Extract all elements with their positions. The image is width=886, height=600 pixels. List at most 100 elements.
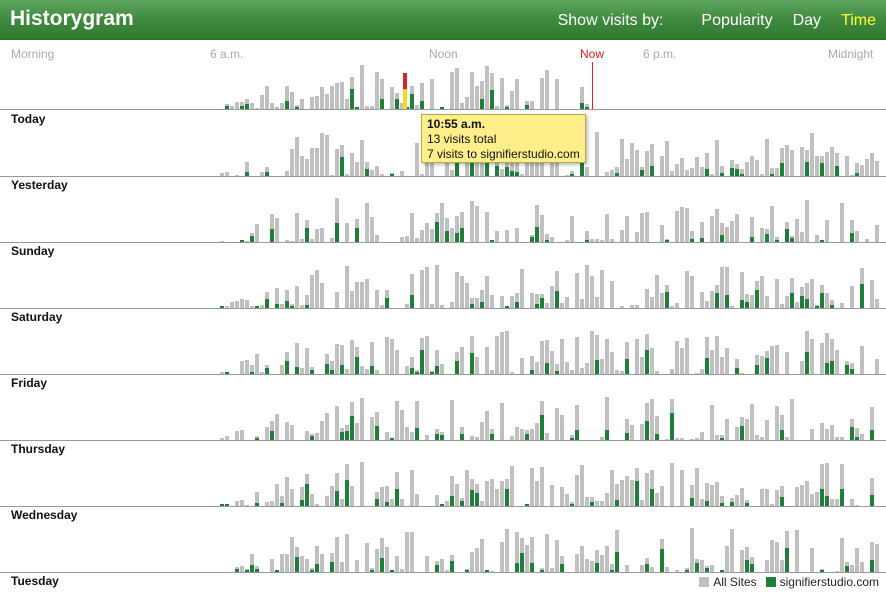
visit-bar — [470, 72, 474, 109]
visit-bar — [610, 470, 614, 506]
visit-bar — [440, 305, 444, 308]
visit-bar — [675, 303, 679, 308]
site-visit-bar — [450, 496, 454, 506]
site-visit-bar — [745, 503, 749, 506]
site-visit-bar — [525, 504, 529, 506]
site-visit-bar — [580, 103, 584, 109]
site-visit-bar — [420, 101, 424, 109]
visit-bar — [705, 301, 709, 308]
site-visit-bar — [440, 504, 444, 506]
visit-bar — [670, 306, 674, 308]
site-visit-bar — [720, 173, 724, 176]
visit-bar — [450, 72, 454, 109]
visit-bar — [575, 475, 579, 506]
visit-bar — [330, 86, 334, 109]
visit-bar — [700, 432, 704, 440]
visit-bar — [670, 369, 674, 374]
visit-bar — [875, 225, 879, 242]
visit-bar — [245, 505, 249, 506]
visit-bar — [650, 567, 654, 572]
site-visit-bar — [275, 304, 279, 308]
visit-bar — [820, 343, 824, 374]
site-visit-bar — [295, 107, 299, 109]
site-visit-bar — [470, 490, 474, 506]
visit-bar — [765, 489, 769, 506]
view-option-popularity[interactable]: Popularity — [701, 12, 772, 30]
visit-bar — [250, 306, 254, 308]
visit-bar — [400, 410, 404, 440]
now-line — [592, 62, 593, 109]
visit-bar — [790, 150, 794, 176]
visit-bar — [860, 562, 864, 572]
visit-bar — [475, 548, 479, 572]
visit-bar — [825, 152, 829, 176]
site-visit-bar — [805, 352, 809, 374]
visit-bar — [305, 159, 309, 176]
visit-bar — [600, 240, 604, 242]
site-visit-bar — [255, 503, 259, 506]
site-visit-bar — [755, 290, 759, 308]
site-visit-bar — [530, 563, 534, 572]
visit-bar — [700, 369, 704, 374]
site-visit-bar — [520, 553, 524, 572]
view-option-time[interactable]: Time — [841, 12, 876, 30]
visit-bar — [490, 571, 494, 572]
view-controls: Show visits by: Popularity Day Time — [558, 11, 876, 31]
visit-bar — [700, 167, 704, 176]
visit-bar — [815, 156, 819, 176]
site-visit-bar — [625, 433, 629, 440]
visit-bar — [790, 399, 794, 440]
site-visit-bar — [365, 169, 369, 176]
visit-bar — [500, 332, 504, 374]
visit-bar — [795, 219, 799, 242]
visit-bar — [600, 359, 604, 374]
visit-bar — [670, 463, 674, 506]
visit-bar — [325, 135, 329, 176]
time-label-now: Now — [580, 47, 605, 61]
visit-bar — [685, 170, 689, 176]
visit-bar — [600, 555, 604, 572]
site-visit-bar — [245, 104, 249, 109]
visit-bar — [655, 371, 659, 374]
visit-bar — [340, 562, 344, 572]
visit-bar — [330, 486, 334, 506]
site-visit-bar — [310, 436, 314, 440]
visit-bar — [765, 296, 769, 308]
site-visit-bar — [870, 430, 874, 440]
visit-bar — [370, 417, 374, 440]
visit-bar — [770, 206, 774, 242]
visit-bar — [775, 490, 779, 506]
site-visit-bar — [370, 366, 374, 374]
site-visit-bar — [650, 489, 654, 506]
site-visit-bar — [455, 161, 459, 176]
site-visit-bar — [820, 489, 824, 506]
app-header: Historygram Show visits by: Popularity D… — [0, 0, 886, 40]
site-visit-bar — [665, 240, 669, 242]
view-option-day[interactable]: Day — [793, 12, 821, 30]
visit-bar — [485, 276, 489, 308]
site-visit-bar — [430, 372, 434, 374]
visit-bar — [300, 239, 304, 242]
visit-bar — [565, 494, 569, 506]
day-label-today: Today — [11, 112, 46, 126]
site-visit-bar — [570, 174, 574, 176]
visit-bar — [605, 172, 609, 176]
visit-bar — [535, 423, 539, 440]
site-visit-bar — [770, 174, 774, 176]
site-visit-bar — [460, 501, 464, 506]
visit-bar — [285, 240, 289, 242]
visit-bar — [560, 415, 564, 440]
site-visit-bar — [475, 493, 479, 506]
site-visit-bar — [245, 570, 249, 572]
visit-bar — [285, 477, 289, 506]
visit-bar — [275, 414, 279, 440]
visit-bar — [290, 241, 294, 242]
visit-bar — [640, 500, 644, 506]
visit-bar — [715, 336, 719, 374]
visit-bar — [280, 103, 284, 109]
visit-bar — [840, 437, 844, 440]
visit-bar — [255, 224, 259, 242]
visit-bar — [680, 348, 684, 374]
visit-bar — [570, 370, 574, 374]
visit-bar — [765, 420, 769, 440]
